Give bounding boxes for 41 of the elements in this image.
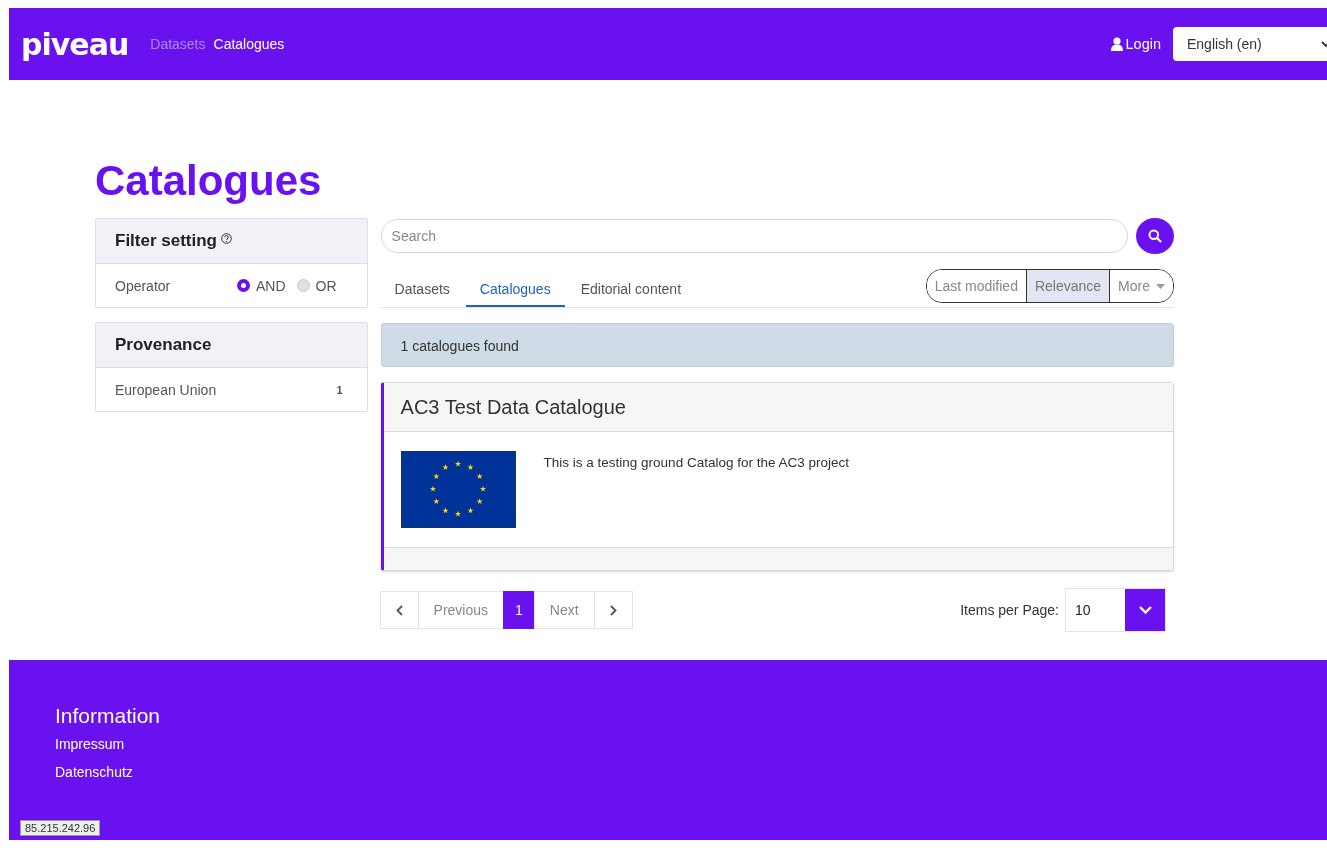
login-link[interactable]: Login [1110, 36, 1161, 52]
language-select[interactable]: English (en) [1173, 27, 1327, 61]
chevron-left-icon [395, 604, 403, 616]
footer-heading: Information [55, 704, 162, 728]
radio-option[interactable]: AND [237, 277, 286, 294]
results-banner: 1 catalogues found [380, 323, 1174, 367]
user-icon [1110, 37, 1123, 51]
search-button[interactable] [1136, 218, 1174, 254]
caret-icon [1156, 283, 1165, 289]
help-icon [221, 232, 232, 244]
catalogue-title[interactable]: AC3 Test Data Catalogue [400, 395, 626, 419]
next-arrow-button[interactable] [593, 591, 633, 629]
flag-icon [400, 451, 516, 528]
facet-count: 1 [336, 383, 343, 396]
chevron-down-icon [1138, 606, 1152, 614]
operator-label: Operator [115, 277, 172, 294]
nav-link[interactable]: Catalogues [213, 36, 285, 52]
page-button[interactable]: 1 [503, 591, 535, 629]
tab[interactable]: Datasets [380, 281, 464, 307]
card-title: Filter setting [115, 231, 217, 251]
logo[interactable]: piveau [21, 26, 129, 62]
more-dropdown[interactable]: More [1109, 270, 1173, 302]
footer-link[interactable]: Datenschutz [55, 764, 1327, 780]
card-title: Provenance [115, 335, 212, 355]
search-icon [1148, 229, 1162, 243]
chevron-right-icon [609, 604, 617, 616]
page-title: Catalogues [95, 156, 323, 206]
items-per-page-select[interactable]: 10 [1065, 588, 1166, 632]
url-tooltip: 85.215.242.96 [20, 820, 101, 836]
items-per-page-label: Items per Page: [960, 602, 1059, 618]
tab[interactable]: Editorial content [566, 281, 696, 307]
previous-button[interactable]: Previous [417, 591, 505, 629]
radio-option[interactable]: OR [296, 277, 337, 294]
footer-link[interactable]: Impressum [55, 736, 1327, 752]
previous-arrow-button[interactable] [379, 591, 419, 629]
catalogue-description: This is a testing ground Catalog for the AC3 project [543, 455, 849, 472]
search-field[interactable]: Search [380, 219, 1128, 253]
facet-link[interactable]: European Union [115, 381, 217, 398]
next-button[interactable]: Next [533, 591, 595, 629]
tab[interactable]: Catalogues [465, 281, 565, 307]
sort-button[interactable]: Relevance [1025, 270, 1110, 302]
